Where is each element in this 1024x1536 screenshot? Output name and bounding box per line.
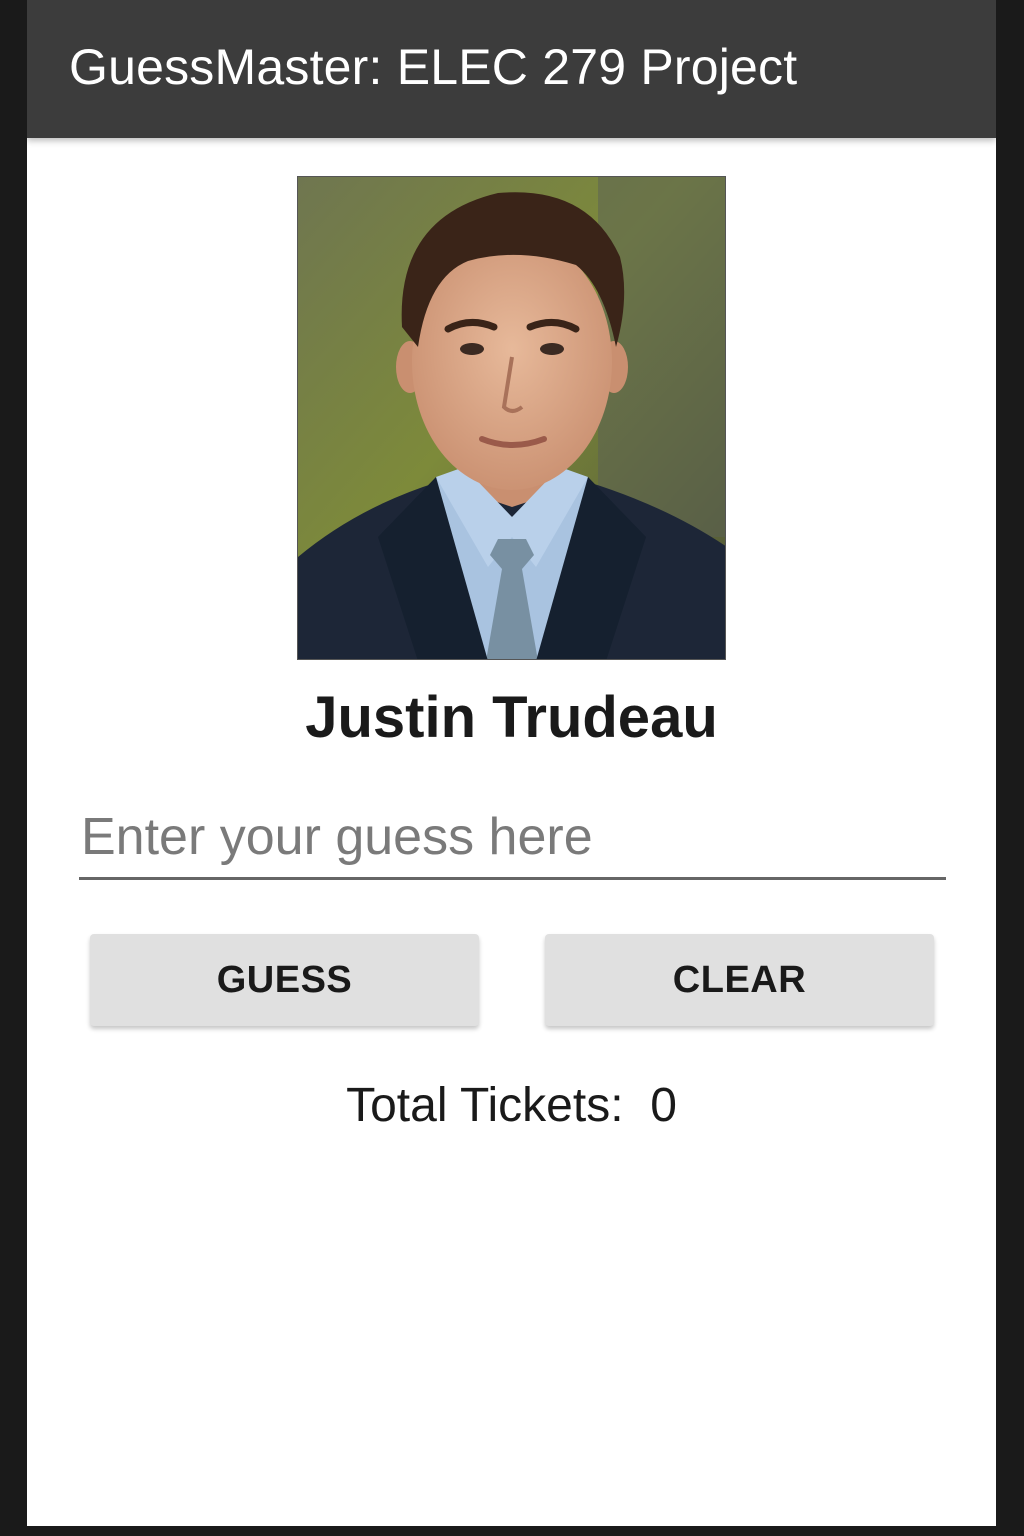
entity-portrait xyxy=(297,176,726,660)
app-screen: GuessMaster: ELEC 279 Project Justin Tru… xyxy=(27,0,996,1526)
clear-button[interactable]: CLEAR xyxy=(545,934,934,1026)
tickets-count: 0 xyxy=(650,1079,677,1132)
guess-button[interactable]: GUESS xyxy=(90,934,479,1026)
entity-name: Justin Trudeau xyxy=(305,685,718,750)
tickets-display: Total Tickets: 0 xyxy=(27,1078,996,1133)
guess-input[interactable] xyxy=(79,796,946,880)
tickets-label: Total Tickets: xyxy=(346,1079,624,1132)
app-title: GuessMaster: ELEC 279 Project xyxy=(69,39,798,95)
device-frame: GuessMaster: ELEC 279 Project Justin Tru… xyxy=(0,0,1024,1536)
app-bar: GuessMaster: ELEC 279 Project xyxy=(27,0,996,138)
